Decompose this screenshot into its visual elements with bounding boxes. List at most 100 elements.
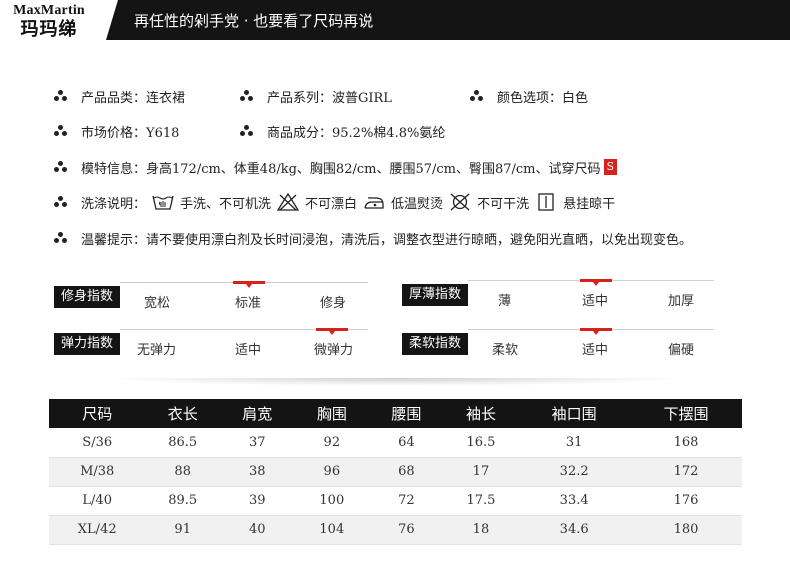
fit-index: 修身指数 宽松 标准 修身 — [54, 281, 368, 322]
table-cell: 104 — [294, 515, 370, 545]
thickness-option-medium: 适中 — [582, 294, 609, 309]
table-cell: 86.5 — [145, 428, 220, 458]
table-row: L/40 89.5 39 100 72 17.5 33.4 176 — [49, 486, 742, 516]
thickness-option-thick: 加厚 — [668, 294, 695, 309]
header-cuff: 袖口围 — [518, 399, 631, 428]
table-cell: 100 — [294, 486, 370, 516]
brand-logo: MaxMartin 玛玛绨 — [0, 0, 98, 46]
table-cell: 33.4 — [518, 486, 631, 516]
table-cell: 37 — [219, 428, 295, 458]
softness-option-stiff: 偏硬 — [668, 343, 695, 358]
info-series-text: 产品系列：波普GIRL — [267, 90, 392, 106]
clover-icon — [470, 90, 483, 102]
info-tips: 温馨提示：请不要使用漂白剂及长时间浸泡，清洗后，调整衣型进行晾晒，避免阳光直晒，… — [54, 228, 692, 248]
table-cell: 39 — [219, 486, 295, 516]
softness-option-medium: 适中 — [582, 343, 609, 358]
no-dry-clean-icon — [450, 193, 470, 211]
elastic-index-label: 弹力指数 — [54, 333, 120, 355]
brand-name-cn: 玛玛绨 — [20, 19, 78, 40]
softness-index: 柔软指数 柔软 适中 偏硬 — [402, 328, 714, 369]
info-series: 产品系列：波普GIRL — [240, 86, 392, 106]
table-cell: 17 — [443, 457, 519, 487]
clover-icon — [54, 161, 67, 173]
table-cell: 38 — [219, 457, 295, 487]
thickness-option-thin: 薄 — [498, 294, 512, 309]
table-cell: 31 — [518, 428, 631, 458]
header-waist: 腰围 — [369, 399, 444, 428]
softness-index-label: 柔软指数 — [402, 333, 468, 355]
brand-name-en: MaxMartin — [13, 3, 85, 18]
low-iron-icon — [364, 197, 384, 209]
fit-option-slim: 修身 — [320, 296, 347, 311]
table-cell: 16.5 — [443, 428, 519, 458]
care-hand-wash: 手洗、不可机洗 — [180, 196, 272, 212]
table-cell: 76 — [369, 515, 444, 545]
clover-icon — [54, 125, 67, 137]
info-material: 商品成分：95.2%棉4.8%氨纶 — [240, 121, 445, 141]
care-hang-dry: 悬挂晾干 — [563, 196, 616, 212]
header-banner: 再任性的剁手党 · 也要看了尺码再说 — [106, 0, 790, 40]
header-shoulder: 肩宽 — [219, 399, 295, 428]
softness-option-soft: 柔软 — [492, 343, 519, 358]
table-cell: 64 — [369, 428, 444, 458]
info-model: 模特信息：身高172/cm、体重48/kg、胸围82/cm、腰围57/cm、臀围… — [54, 157, 618, 177]
table-cell: 18 — [443, 515, 519, 545]
header-hem: 下摆围 — [630, 399, 742, 428]
table-cell: 180 — [630, 515, 742, 545]
page-header: MaxMartin 玛玛绨 再任性的剁手党 · 也要看了尺码再说 — [0, 0, 790, 46]
thickness-index-label: 厚薄指数 — [402, 284, 468, 306]
header-title: 再任性的剁手党 · 也要看了尺码再说 — [134, 12, 374, 30]
table-cell: M/38 — [49, 457, 146, 487]
info-color: 颜色选项：白色 — [470, 86, 588, 106]
care-label: 洗涤说明： — [81, 196, 147, 212]
table-cell: L/40 — [49, 486, 146, 516]
model-size-badge: S — [603, 159, 618, 175]
info-color-text: 颜色选项：白色 — [497, 90, 589, 106]
info-care: 洗涤说明： 手洗、不可机洗 不可漂白 低温熨烫 不可干洗 悬挂晾干 — [54, 192, 615, 212]
elastic-option-slight: 微弹力 — [314, 343, 354, 358]
fit-option-loose: 宽松 — [144, 296, 171, 311]
info-price-text: 市场价格：Y618 — [81, 125, 180, 141]
info-tips-text: 温馨提示：请不要使用漂白剂及长时间浸泡，清洗后，调整衣型进行晾晒，避免阳光直晒，… — [81, 232, 693, 248]
info-price: 市场价格：Y618 — [54, 121, 179, 141]
elastic-selected-marker — [316, 328, 348, 335]
clover-icon — [54, 90, 67, 102]
elastic-option-none: 无弹力 — [137, 343, 177, 358]
table-cell: 172 — [630, 457, 742, 487]
thickness-index: 厚薄指数 薄 适中 加厚 — [402, 279, 714, 320]
table-cell: 96 — [294, 457, 370, 487]
info-material-text: 商品成分：95.2%棉4.8%氨纶 — [267, 125, 446, 141]
elastic-option-medium: 适中 — [235, 343, 262, 358]
info-model-text: 模特信息：身高172/cm、体重48/kg、胸围82/cm、腰围57/cm、臀围… — [81, 161, 601, 177]
fit-index-label: 修身指数 — [54, 286, 120, 308]
table-cell: 40 — [219, 515, 295, 545]
no-bleach-icon — [277, 193, 300, 211]
care-low-iron: 低温熨烫 — [391, 196, 444, 212]
care-no-dry-clean: 不可干洗 — [477, 196, 530, 212]
fit-selected-marker — [233, 281, 265, 288]
header-length: 衣长 — [145, 399, 220, 428]
table-cell: 91 — [145, 515, 220, 545]
clover-icon — [54, 196, 67, 208]
table-cell: 72 — [369, 486, 444, 516]
size-table-header: 尺码 衣长 肩宽 胸围 腰围 袖长 袖口围 下摆围 — [49, 399, 742, 428]
hang-dry-icon — [538, 193, 554, 211]
header-bust: 胸围 — [294, 399, 370, 428]
info-category: 产品品类：连衣裙 — [54, 86, 185, 106]
clover-icon — [240, 90, 253, 102]
info-category-text: 产品品类：连衣裙 — [81, 90, 186, 106]
table-cell: S/36 — [49, 428, 146, 458]
table-cell: 68 — [369, 457, 444, 487]
softness-selected-marker — [580, 328, 612, 335]
table-row: XL/42 91 40 104 76 18 34.6 180 — [49, 515, 742, 545]
table-cell: 88 — [145, 457, 220, 487]
header-sleeve: 袖长 — [443, 399, 519, 428]
table-cell: 34.6 — [518, 515, 631, 545]
section-divider — [100, 378, 690, 386]
table-cell: 176 — [630, 486, 742, 516]
table-cell: 32.2 — [518, 457, 631, 487]
table-cell: 89.5 — [145, 486, 220, 516]
table-cell: 168 — [630, 428, 742, 458]
size-table: 尺码 衣长 肩宽 胸围 腰围 袖长 袖口围 下摆围 S/36 86.5 37 9… — [49, 399, 742, 545]
table-row: S/36 86.5 37 92 64 16.5 31 168 — [49, 428, 742, 458]
